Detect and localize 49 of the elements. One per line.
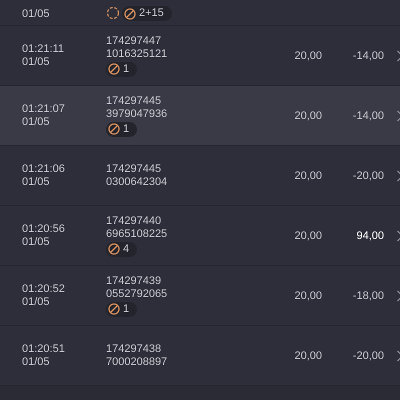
result-text: -20,00	[352, 350, 384, 362]
result-text: 94,00	[355, 230, 384, 242]
date-text: 01/05	[22, 296, 51, 308]
stake-text: 20,00	[293, 350, 322, 362]
time-text: 01:20:51	[22, 342, 66, 356]
stake-text: 20,00	[293, 290, 322, 302]
date-text: 01/05	[22, 116, 51, 128]
result-text: -14,00	[352, 110, 384, 122]
bet-row[interactable]: 01:20:52 01/05 174297439 0552792065 1 20,00 -18,00	[0, 266, 400, 326]
id-text: 174297440	[106, 214, 162, 228]
id-text: 174297445	[106, 94, 162, 108]
result-text: -14,00	[352, 50, 384, 62]
date-text: 01/05	[22, 176, 51, 188]
id-text: 7000208897	[106, 356, 168, 368]
count-badge: 1	[106, 122, 138, 136]
date-text: 01/05	[22, 236, 51, 248]
id-text: 0300642304	[106, 176, 168, 188]
bet-row[interactable]: 01:20:51 01/05 174297438 7000208897 20,00 -20,00	[0, 326, 400, 386]
result-text: -18,00	[352, 290, 384, 302]
time-text: 01:20:52	[22, 282, 66, 296]
id-text: 174297438	[106, 342, 162, 356]
date-text: 01/05	[22, 8, 51, 21]
stake-text: 20,00	[293, 110, 322, 122]
id-text: 3979047936	[106, 108, 168, 120]
bet-row[interactable]: 01:21:11 01/05 174297447 1016325121 1 20,00 -14,00	[0, 26, 400, 86]
stake-text: 20,00	[293, 230, 322, 242]
bet-row[interactable]: 01:20:56 01/05 174297440 6965108225 4 20,00 94,00	[0, 206, 400, 266]
time-text: 01:20:56	[22, 222, 66, 236]
id-text: 0552792065	[106, 288, 168, 300]
time-text: 01:21:06	[22, 162, 66, 176]
count-badge: 1	[106, 302, 138, 316]
count-badge: 4	[106, 242, 138, 256]
id-text: 174297447	[106, 34, 162, 48]
date-text: 01/05	[22, 356, 51, 368]
stake-text: 20,00	[293, 170, 322, 182]
id-text: 6965108225	[106, 228, 168, 240]
id-text: 174297439	[106, 274, 162, 288]
loading-icon	[106, 6, 120, 20]
result-text: -20,00	[352, 170, 384, 182]
bet-row[interactable]: 01:21:06 01/05 174297445 0300642304 20,00 -20,00	[0, 146, 400, 206]
count-badge: 1	[106, 62, 138, 76]
count-badge: 2+15	[122, 6, 172, 21]
date-text: 01/05	[22, 56, 51, 68]
id-text: 1016325121	[106, 48, 168, 60]
bet-row[interactable]: 01:21:07 01/05 174297445 3979047936 1 20,00 -14,00	[0, 86, 400, 146]
id-text: 174297445	[106, 162, 162, 176]
time-text: 01:21:07	[22, 102, 66, 116]
stake-text: 20,00	[293, 50, 322, 62]
time-text: 01:21:11	[22, 42, 66, 56]
